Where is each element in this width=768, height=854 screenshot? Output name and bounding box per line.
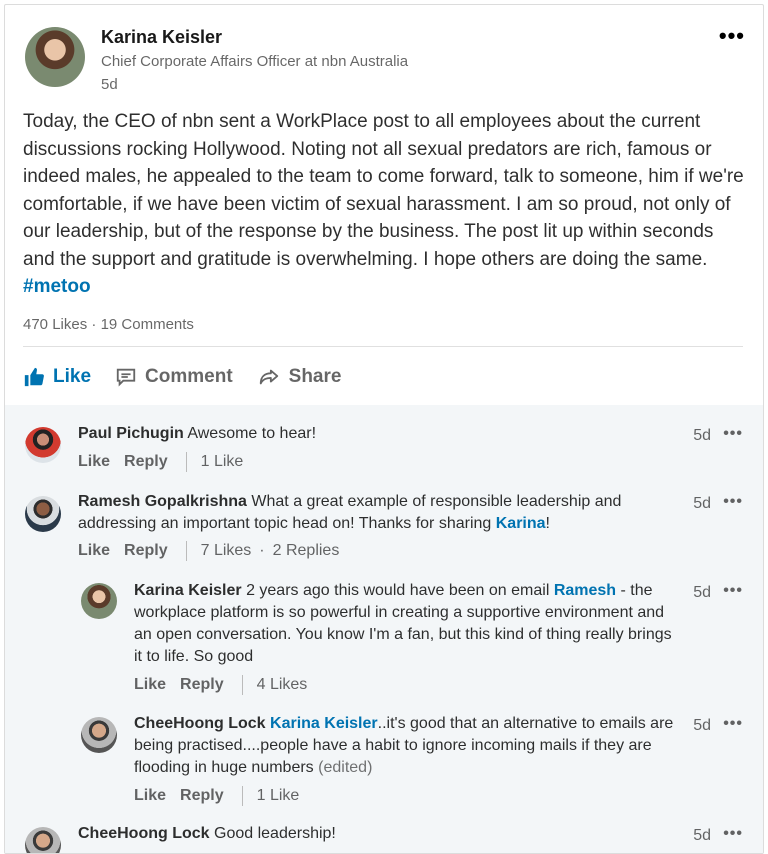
comments-section: Paul Pichugin Awesome to hear! 5d ••• Li… bbox=[5, 405, 763, 853]
comment-label: Comment bbox=[145, 366, 233, 387]
reply-likes-count[interactable]: 1 Like bbox=[257, 787, 300, 805]
share-label: Share bbox=[288, 366, 342, 387]
comment-likes-count[interactable]: 7 Likes bbox=[201, 542, 252, 560]
post-card: Karina Keisler Chief Corporate Affairs O… bbox=[4, 4, 764, 854]
reply-like-button[interactable]: Like bbox=[134, 676, 166, 694]
avatar[interactable] bbox=[25, 427, 61, 463]
comment-reply-button[interactable]: Reply bbox=[124, 542, 168, 560]
comment-like-button[interactable]: Like bbox=[78, 542, 110, 560]
avatar[interactable] bbox=[25, 496, 61, 532]
comment-actions: Like Reply 7 Likes · 2 Replies bbox=[78, 541, 339, 561]
comment-actions: Like Reply 1 Like bbox=[78, 452, 243, 472]
likes-count[interactable]: 470 Likes bbox=[23, 316, 87, 333]
divider bbox=[241, 786, 243, 806]
social-actions-bar: Like Comment Share bbox=[23, 362, 341, 392]
divider bbox=[185, 541, 187, 561]
mention-link[interactable]: Ramesh bbox=[554, 582, 616, 599]
reply-time: 5d bbox=[693, 584, 711, 601]
comment-body: Awesome to hear! bbox=[187, 425, 317, 442]
reply-body-start: 2 years ago this would have been on emai… bbox=[246, 582, 550, 599]
comment-time: 5d bbox=[693, 427, 711, 444]
comment-time: 5d bbox=[693, 495, 711, 512]
reply-like-button[interactable]: Like bbox=[134, 787, 166, 805]
meta-dot: · bbox=[259, 542, 265, 559]
avatar[interactable] bbox=[81, 717, 117, 753]
comment-more-icon[interactable]: ••• bbox=[723, 825, 743, 843]
comment-button[interactable]: Comment bbox=[115, 366, 233, 388]
comment-icon bbox=[116, 368, 136, 387]
comment-text: Paul Pichugin Awesome to hear! bbox=[78, 423, 668, 445]
reply-actions: Like Reply 1 Like bbox=[134, 786, 299, 806]
reply-more-icon[interactable]: ••• bbox=[723, 582, 743, 600]
mention-link[interactable]: Karina bbox=[496, 515, 546, 532]
commenter-name[interactable]: Karina Keisler bbox=[134, 582, 242, 599]
author-avatar[interactable] bbox=[25, 27, 85, 87]
hashtag-link[interactable]: #metoo bbox=[23, 276, 91, 297]
comment-like-button[interactable]: Like bbox=[78, 453, 110, 471]
author-name[interactable]: Karina Keisler bbox=[101, 27, 222, 48]
divider bbox=[185, 452, 187, 472]
comment-text: CheeHoong Lock Good leadership! bbox=[78, 823, 668, 845]
reply-actions: Like Reply 4 Likes bbox=[134, 675, 307, 695]
comment-body: Good leadership! bbox=[214, 825, 336, 842]
reply-reply-button[interactable]: Reply bbox=[180, 676, 224, 694]
post-text: Today, the CEO of nbn sent a WorkPlace p… bbox=[23, 108, 748, 301]
reply-text: CheeHoong Lock Karina Keisler..it's good… bbox=[134, 713, 674, 779]
commenter-name[interactable]: CheeHoong Lock bbox=[134, 715, 266, 732]
comment-more-icon[interactable]: ••• bbox=[723, 493, 743, 511]
reply-reply-button[interactable]: Reply bbox=[180, 787, 224, 805]
reply-text: Karina Keisler 2 years ago this would ha… bbox=[134, 580, 674, 668]
post-header: Karina Keisler Chief Corporate Affairs O… bbox=[5, 5, 763, 100]
social-counts: 470 Likes · 19 Comments bbox=[23, 316, 194, 333]
counts-separator: · bbox=[87, 316, 101, 333]
divider bbox=[241, 675, 243, 695]
post-more-menu-icon[interactable]: ••• bbox=[719, 25, 745, 47]
divider bbox=[23, 346, 743, 347]
comments-count[interactable]: 19 Comments bbox=[101, 316, 194, 333]
comment-more-icon[interactable]: ••• bbox=[723, 425, 743, 443]
like-label: Like bbox=[53, 366, 92, 387]
share-arrow-icon bbox=[259, 369, 278, 385]
comment-text: Ramesh Gopalkrishna What a great example… bbox=[78, 491, 678, 535]
reply-more-icon[interactable]: ••• bbox=[723, 715, 743, 733]
avatar[interactable] bbox=[81, 583, 117, 619]
comment-likes-count[interactable]: 1 Like bbox=[201, 453, 244, 471]
thumbs-up-icon bbox=[24, 367, 44, 387]
commenter-name[interactable]: Ramesh Gopalkrishna bbox=[78, 493, 247, 510]
commenter-name[interactable]: Paul Pichugin bbox=[78, 425, 184, 442]
share-button[interactable]: Share bbox=[257, 366, 342, 388]
reply-likes-count[interactable]: 4 Likes bbox=[257, 676, 308, 694]
comment-suffix: ! bbox=[545, 515, 550, 532]
comment-reply-button[interactable]: Reply bbox=[124, 453, 168, 471]
mention-link[interactable]: Karina Keisler bbox=[270, 715, 378, 732]
commenter-name[interactable]: CheeHoong Lock bbox=[78, 825, 210, 842]
comment-time: 5d bbox=[693, 827, 711, 844]
reply-time: 5d bbox=[693, 717, 711, 734]
post-time: 5d bbox=[101, 76, 118, 93]
like-button[interactable]: Like bbox=[23, 366, 91, 388]
edited-label: (edited) bbox=[318, 759, 373, 776]
comment-replies-count[interactable]: 2 Replies bbox=[273, 542, 340, 560]
post-body: Today, the CEO of nbn sent a WorkPlace p… bbox=[23, 111, 744, 270]
author-headline: Chief Corporate Affairs Officer at nbn A… bbox=[101, 53, 409, 70]
